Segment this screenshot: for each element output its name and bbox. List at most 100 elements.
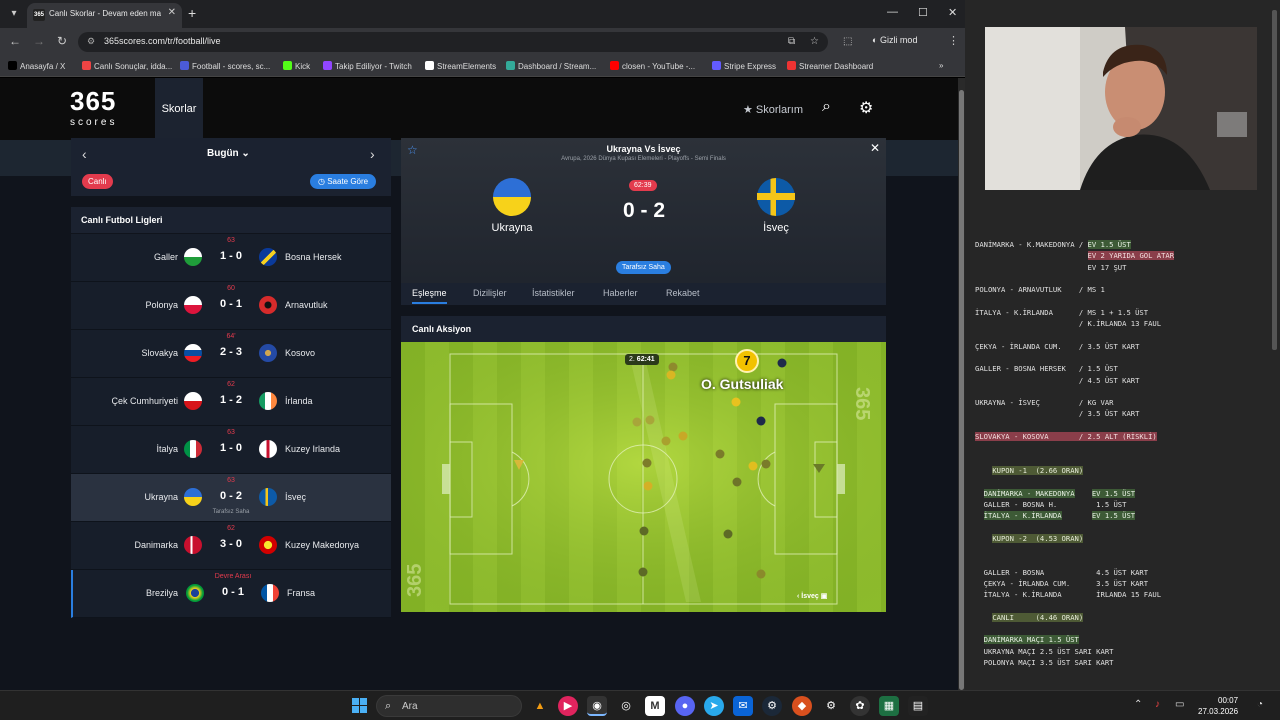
tab-close-icon[interactable]: ✕ [168, 7, 176, 18]
home-team-name[interactable]: Polonya [145, 300, 178, 310]
reload-icon[interactable]: ↻ [57, 34, 67, 48]
network-icon[interactable]: ▭ [1175, 699, 1184, 710]
away-team-name[interactable]: İrlanda [285, 396, 313, 406]
bookmark-item[interactable]: Dashboard / Stream... [506, 61, 596, 71]
terminal-icon[interactable]: ▤ [908, 696, 928, 716]
site-info-icon[interactable]: ⚙ [87, 36, 95, 47]
match-row[interactable]: Devre Arası Brezilya 0 - 1 Fransa [71, 570, 391, 618]
away-team-name[interactable]: İsveç [726, 222, 826, 234]
away-team-name[interactable]: Arnavutluk [285, 300, 328, 310]
match-row[interactable]: 63 Ukrayna 0 - 2 İsveç Tarafsız Saha [71, 474, 391, 522]
mail-icon[interactable]: ✉ [733, 696, 753, 716]
media-player-icon[interactable]: ▶ [558, 696, 578, 716]
notification-icon[interactable]: ◔ [1257, 699, 1263, 710]
prev-day-icon[interactable]: ‹ [82, 146, 87, 162]
bookmark-item[interactable]: Canlı Sonuçlar, idda... [82, 61, 172, 71]
nav-skorlar[interactable]: Skorlar [155, 78, 203, 140]
browser-tab[interactable]: 365 Canlı Skorlar - Devam eden ma ✕ [27, 3, 182, 28]
note-text [975, 511, 984, 520]
taskbar-clock[interactable]: 00:07 27.03.2026 [1198, 695, 1238, 717]
away-team-name[interactable]: Bosna Hersek [285, 252, 342, 262]
extensions-icon[interactable]: ⬚ [843, 36, 852, 47]
match-row[interactable]: 63 İtalya 1 - 0 Kuzey Irlanda [71, 426, 391, 474]
new-tab-icon[interactable]: + [188, 5, 196, 21]
bookmark-item[interactable]: Kick [283, 61, 310, 71]
windows-start-icon[interactable] [352, 698, 368, 714]
next-day-icon[interactable]: › [370, 146, 375, 162]
omnibox[interactable]: ⚙ 365scores.com/tr/football/live ⧉ ☆ [78, 32, 828, 52]
telegram-icon[interactable]: ➤ [704, 696, 724, 716]
match-row[interactable]: 63 Galler 1 - 0 Bosna Hersek [71, 234, 391, 282]
vlc-icon[interactable]: ▲ [530, 696, 550, 716]
page-scrollbar[interactable] [958, 78, 965, 690]
minimize-icon[interactable]: — [887, 6, 898, 18]
m-app-icon[interactable]: M [645, 696, 665, 716]
home-team-name[interactable]: Galler [154, 252, 178, 262]
match-tab[interactable]: Rekabet [666, 288, 700, 298]
tray-chevron-icon[interactable]: ⌃ [1134, 699, 1142, 710]
bookmark-star-icon[interactable]: ☆ [810, 36, 819, 47]
maximize-icon[interactable]: ☐ [918, 6, 928, 19]
away-team-name[interactable]: Fransa [287, 588, 315, 598]
match-row[interactable]: 62 Danimarka 3 - 0 Kuzey Makedonya [71, 522, 391, 570]
discord-icon[interactable]: ● [675, 696, 695, 716]
translate-icon[interactable]: ⧉ [788, 36, 795, 47]
away-team-name[interactable]: Kuzey Makedonya [285, 540, 359, 550]
away-team-name[interactable]: Kuzey Irlanda [285, 444, 340, 454]
home-team-name[interactable]: Çek Cumhuriyeti [111, 396, 178, 406]
home-team-name[interactable]: Danimarka [134, 540, 178, 550]
close-icon[interactable]: ✕ [870, 141, 880, 155]
chrome-icon[interactable]: ◉ [587, 696, 607, 716]
my-scores-link[interactable]: ★ Skorlarım [743, 103, 803, 116]
home-team-name[interactable]: Ukrayna [462, 222, 562, 234]
bookmarks-overflow-icon[interactable]: » [939, 61, 943, 70]
settings-icon[interactable]: ⚙ [821, 696, 841, 716]
bookmark-item[interactable]: Anasayfa / X [8, 61, 65, 71]
microphone-icon[interactable]: ♪ [1155, 699, 1160, 710]
tab-search-icon[interactable]: ▾ [6, 6, 22, 22]
forward-icon[interactable]: → [33, 34, 45, 48]
away-team-name[interactable]: Kosovo [285, 348, 315, 358]
app-icon[interactable]: ✿ [850, 696, 870, 716]
game-app-icon[interactable]: ◆ [792, 696, 812, 716]
bookmark-item[interactable]: Football - scores, sc... [180, 61, 270, 71]
scrollbar-thumb[interactable] [959, 90, 964, 690]
away-team-name[interactable]: İsveç [285, 492, 306, 502]
bookmark-item[interactable]: closen - YouTube -... [610, 61, 695, 71]
incognito-indicator[interactable]: ◐ Gizli mod [872, 35, 917, 45]
browser-menu-icon[interactable]: ⋮ [948, 34, 959, 47]
match-tab[interactable]: Haberler [603, 288, 638, 298]
excel-icon[interactable]: ▦ [879, 696, 899, 716]
match-minute-badge: 62:39 [629, 180, 657, 191]
sort-by-time-pill[interactable]: ◷ Saate Göre [310, 174, 377, 189]
live-filter-pill[interactable]: Canlı [82, 174, 113, 189]
window-close-icon[interactable]: ✕ [948, 6, 957, 19]
bookmark-item[interactable]: Takip Ediliyor - Twitch [323, 61, 412, 71]
home-team-name[interactable]: İtalya [156, 444, 178, 454]
url-text[interactable]: 365scores.com/tr/football/live [104, 36, 221, 46]
obs-icon[interactable]: ◎ [616, 696, 636, 716]
note-line: GALLER - BOSNA 4.5 ÜST KART [975, 567, 1174, 578]
steam-icon[interactable]: ⚙ [762, 696, 782, 716]
taskbar-search[interactable]: ⌕ Ara [376, 695, 522, 717]
home-team-name[interactable]: Ukrayna [144, 492, 178, 502]
back-icon[interactable]: ← [9, 34, 21, 48]
settings-gear-icon[interactable]: ⚙ [859, 98, 873, 118]
match-row[interactable]: 64' Slovakya 2 - 3 Kosovo [71, 330, 391, 378]
bookmark-item[interactable]: StreamElements [425, 61, 496, 71]
date-selector[interactable]: Bugün ⌄ [207, 148, 250, 159]
match-row[interactable]: 60 Polonya 0 - 1 Arnavutluk [71, 282, 391, 330]
match-tab[interactable]: Dizilişler [473, 288, 507, 298]
notes-scrollbar[interactable] [1272, 10, 1277, 350]
match-tab[interactable]: İstatistikler [532, 288, 575, 298]
home-team-name[interactable]: Brezilya [146, 588, 178, 598]
365scores-logo[interactable]: 365 scores [70, 88, 117, 134]
live-action-pitch[interactable]: 365 365 2. 62:41 7 O. Gutsuliak ‹ İsveç … [401, 342, 886, 612]
home-team-name[interactable]: Slovakya [141, 348, 178, 358]
bookmark-item[interactable]: Stripe Express [712, 61, 776, 71]
match-row[interactable]: 62 Çek Cumhuriyeti 1 - 2 İrlanda [71, 378, 391, 426]
match-tab[interactable]: Eşleşme [412, 288, 447, 304]
stream-overlay-panel: DANİMARKA - K.MAKEDONYA / EV 1.5 ÜST EV … [965, 0, 1280, 690]
bookmark-item[interactable]: Streamer Dashboard [787, 61, 873, 71]
search-icon[interactable]: ⌕ [822, 98, 831, 116]
